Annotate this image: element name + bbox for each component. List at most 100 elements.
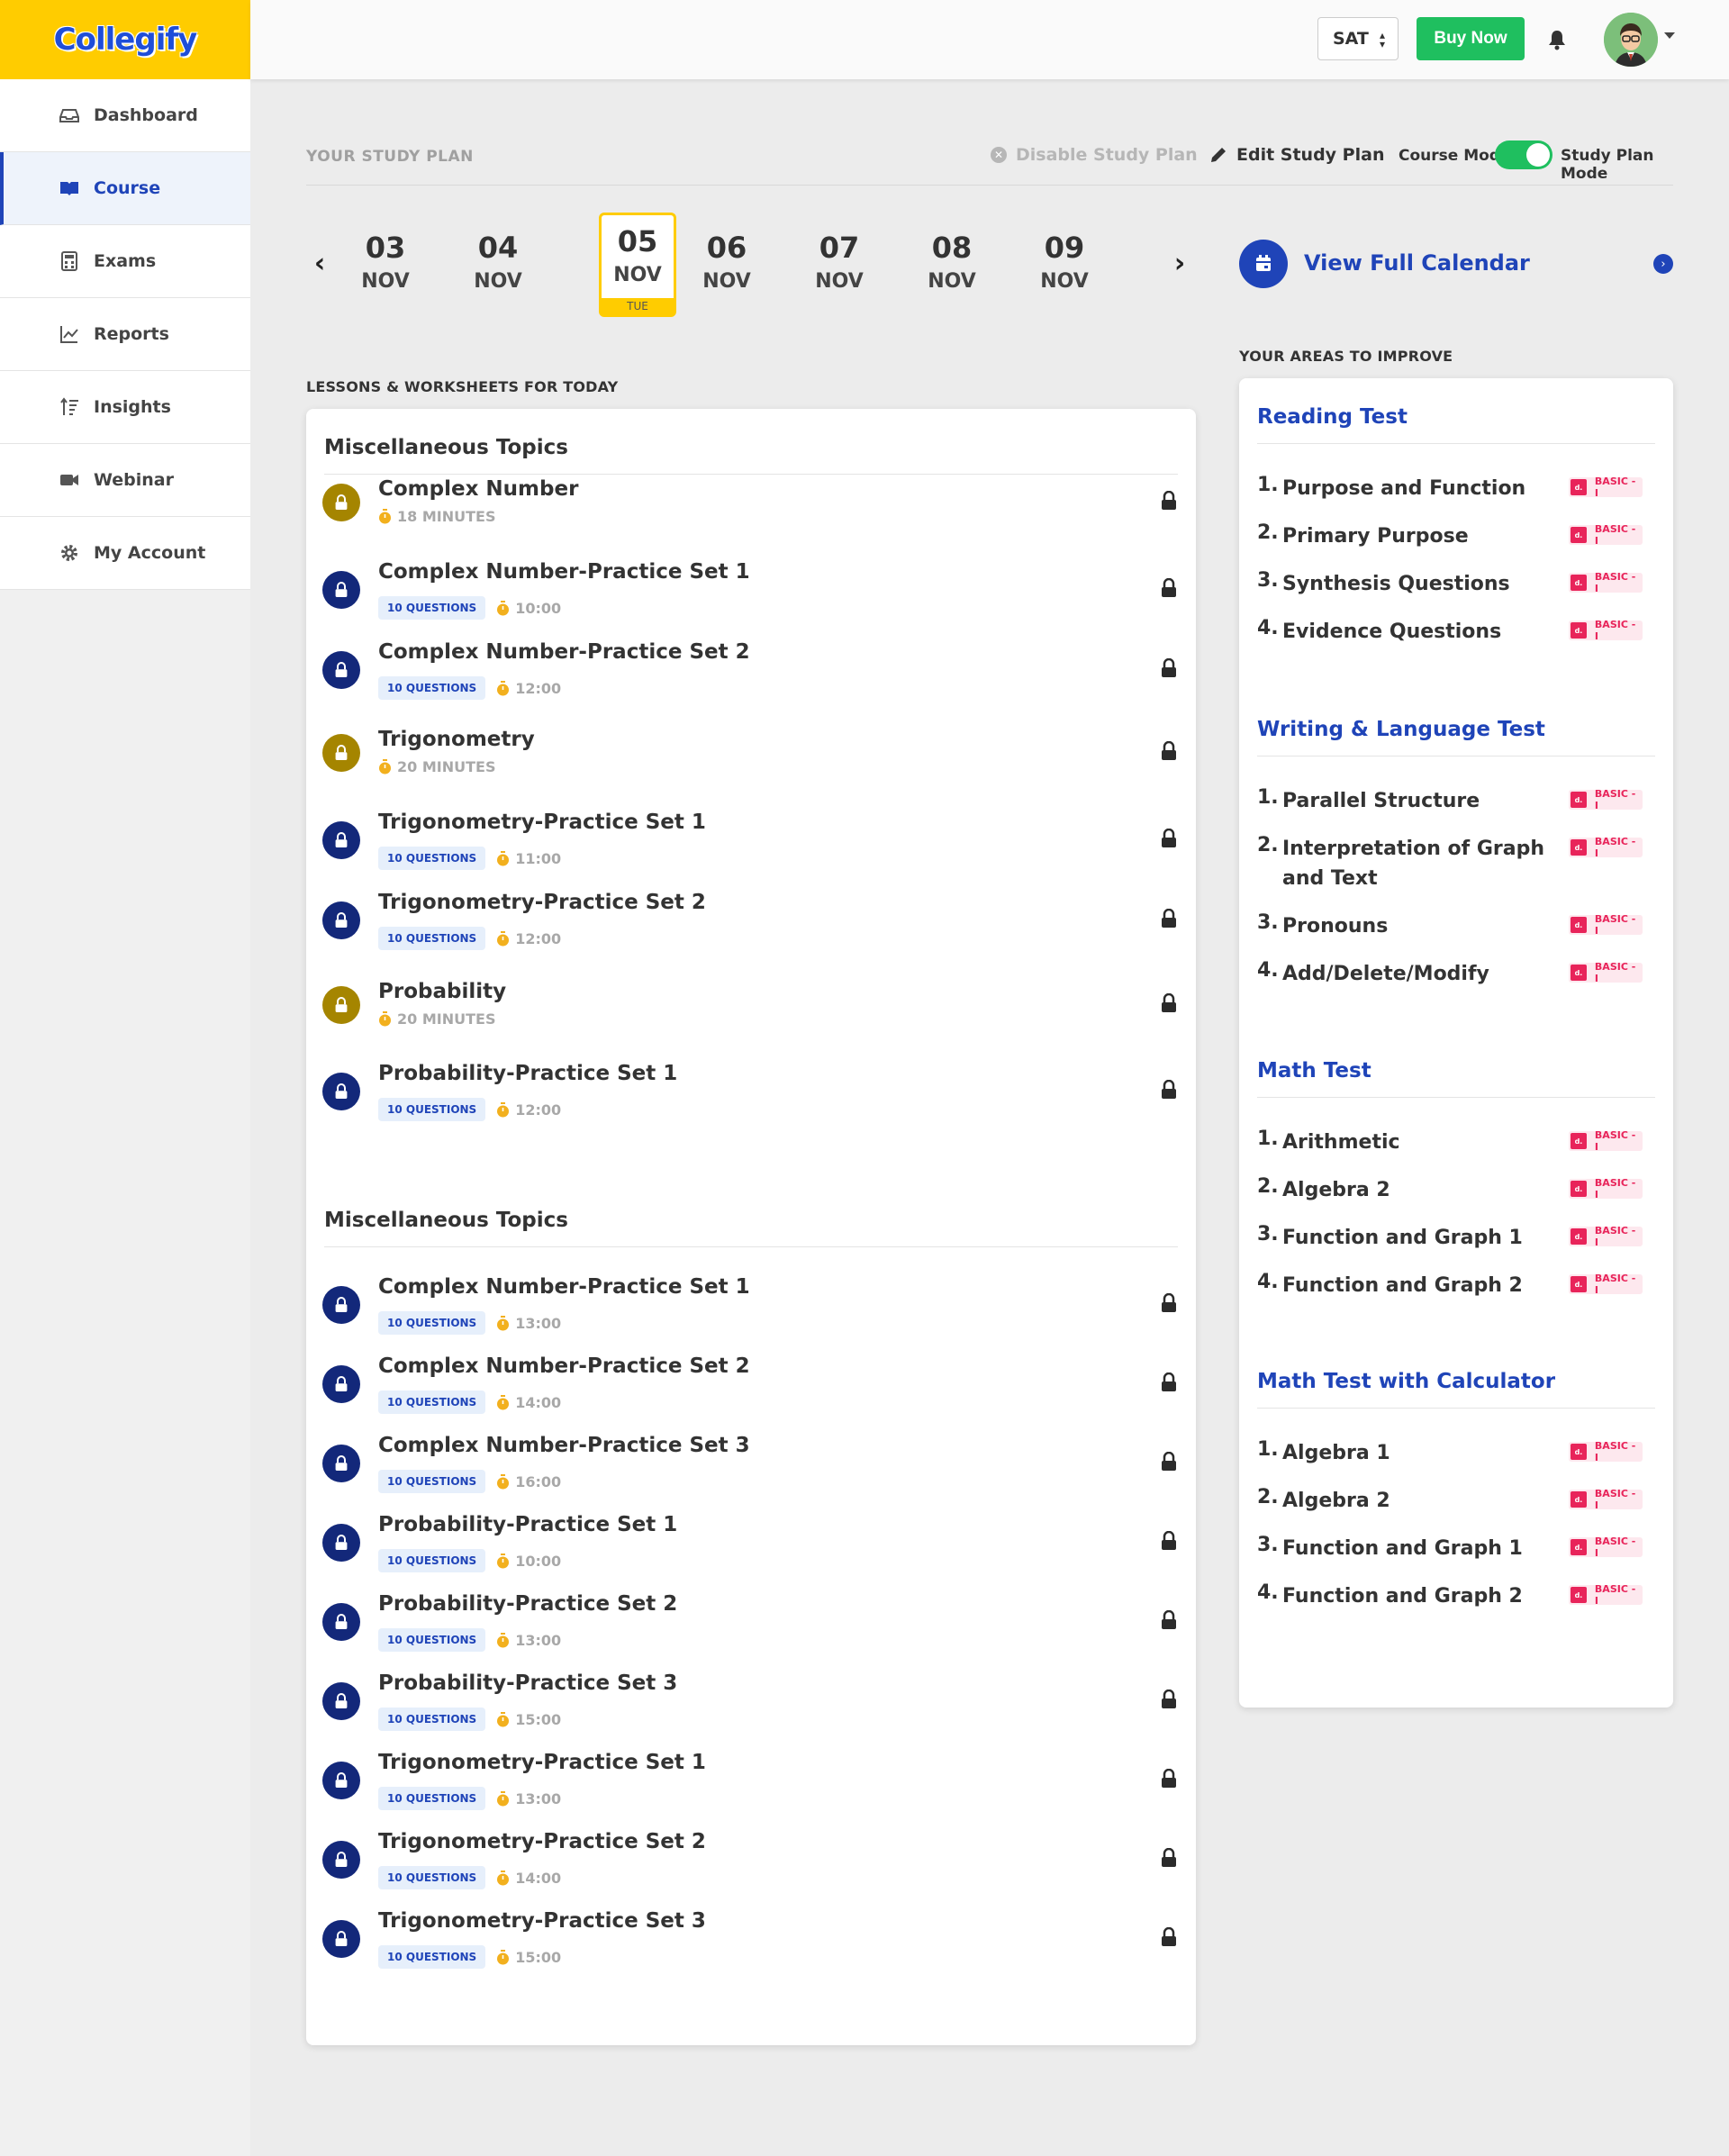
video-camera-icon bbox=[60, 475, 78, 485]
area-group-title[interactable]: Writing & Language Test bbox=[1257, 718, 1545, 741]
sidebar-item-label: Reports bbox=[94, 324, 169, 344]
level-badge: d. BASIC - I bbox=[1569, 1583, 1643, 1607]
view-full-calendar-link[interactable]: View Full Calendar › bbox=[1239, 240, 1673, 290]
lock-icon bbox=[322, 821, 360, 859]
bell-icon[interactable] bbox=[1547, 29, 1567, 50]
sidebar-item-dashboard[interactable]: Dashboard bbox=[0, 79, 250, 152]
practice-set-item[interactable]: Trigonometry-Practice Set 2 10 QUESTIONS 1… bbox=[322, 891, 1178, 954]
sidebar-item-course[interactable]: Course bbox=[0, 152, 250, 225]
practice-set-item[interactable]: Probability-Practice Set 1 10 QUESTIONS 12… bbox=[322, 1062, 1178, 1125]
level-badge-label: BASIC - I bbox=[1594, 571, 1636, 594]
practice-set-item[interactable]: Complex Number-Practice Set 3 10 QUESTION… bbox=[322, 1434, 1178, 1497]
level-badge-icon: d. bbox=[1571, 622, 1587, 639]
topic-name: Evidence Questions bbox=[1282, 621, 1502, 643]
chevron-down-icon[interactable] bbox=[1664, 32, 1675, 39]
mode-toggle[interactable] bbox=[1495, 140, 1552, 169]
practice-set-item[interactable]: Probability-Practice Set 2 10 QUESTIONS 13… bbox=[322, 1592, 1178, 1655]
date-item[interactable]: 03 NOV bbox=[347, 231, 424, 293]
topic-name: Interpretation of Graph and Text bbox=[1282, 838, 1545, 890]
lesson-title: Complex Number-Practice Set 2 bbox=[378, 1354, 750, 1378]
date-item-selected[interactable]: 05 NOV TUE bbox=[599, 213, 676, 317]
study-plan-mode-label: Study Plan Mode bbox=[1561, 147, 1654, 183]
practice-time: 12:00 bbox=[496, 930, 561, 947]
practice-time: 12:00 bbox=[496, 680, 561, 697]
topic-number: 4. bbox=[1257, 1581, 1279, 1604]
lock-icon bbox=[1160, 740, 1178, 761]
lock-icon bbox=[322, 734, 360, 772]
practice-set-item[interactable]: Probability-Practice Set 3 10 QUESTIONS 15… bbox=[322, 1671, 1178, 1735]
level-badge-label: BASIC - I bbox=[1594, 1583, 1636, 1607]
logo[interactable]: Collegify bbox=[0, 0, 250, 79]
date-item[interactable]: 08 NOV bbox=[913, 231, 991, 293]
level-badge: d. BASIC - I bbox=[1569, 913, 1643, 937]
lesson-meta: 10 QUESTIONS 12:00 bbox=[378, 676, 561, 700]
level-badge-icon: d. bbox=[1571, 792, 1587, 808]
practice-time: 12:00 bbox=[496, 1101, 561, 1119]
stopwatch-icon bbox=[497, 1790, 510, 1806]
level-badge-label: BASIC - I bbox=[1594, 1129, 1636, 1153]
date-item[interactable]: 07 NOV bbox=[801, 231, 878, 293]
area-group-title[interactable]: Math Test with Calculator bbox=[1257, 1370, 1555, 1393]
lesson-item[interactable]: Probability 20 MINUTES bbox=[322, 980, 1178, 1043]
disable-study-plan-label: Disable Study Plan bbox=[1016, 145, 1198, 165]
sidebar-item-webinar[interactable]: Webinar bbox=[0, 444, 250, 517]
practice-set-item[interactable]: Complex Number-Practice Set 2 10 QUESTION… bbox=[322, 1354, 1178, 1418]
divider bbox=[324, 1246, 1178, 1247]
avatar-icon bbox=[1604, 13, 1658, 67]
date-item[interactable]: 06 NOV bbox=[688, 231, 765, 293]
sidebar-item-exams[interactable]: Exams bbox=[0, 225, 250, 298]
chevron-right-icon[interactable]: › bbox=[1166, 250, 1193, 277]
sidebar-item-my-account[interactable]: My Account bbox=[0, 517, 250, 590]
topic-number: 2. bbox=[1257, 1175, 1279, 1198]
disable-study-plan-button[interactable]: ✕ Disable Study Plan bbox=[991, 145, 1198, 165]
lock-icon bbox=[322, 901, 360, 939]
lesson-item[interactable]: Trigonometry 20 MINUTES bbox=[322, 728, 1178, 791]
lock-icon bbox=[322, 484, 360, 521]
avatar[interactable] bbox=[1604, 13, 1658, 67]
level-badge-icon: d. bbox=[1571, 1491, 1587, 1508]
level-badge: d. BASIC - I bbox=[1569, 1225, 1643, 1248]
practice-set-item[interactable]: Trigonometry-Practice Set 1 10 QUESTIONS 1… bbox=[322, 1751, 1178, 1814]
lesson-meta: 10 QUESTIONS 12:00 bbox=[378, 1098, 561, 1121]
areas-section-label: YOUR AREAS TO IMPROVE bbox=[1239, 348, 1453, 365]
divider bbox=[324, 474, 1178, 475]
sidebar-item-reports[interactable]: Reports bbox=[0, 298, 250, 371]
date-month: NOV bbox=[1040, 270, 1089, 293]
stopwatch-icon bbox=[497, 1711, 510, 1726]
lesson-item[interactable]: Complex Number 18 MINUTES bbox=[322, 477, 1178, 540]
practice-set-item[interactable]: Trigonometry-Practice Set 3 10 QUESTIONS 1… bbox=[322, 1909, 1178, 1972]
level-badge: d. BASIC - I bbox=[1569, 1535, 1643, 1559]
practice-set-item[interactable]: Trigonometry-Practice Set 1 10 QUESTIONS 1… bbox=[322, 811, 1178, 874]
practice-set-item[interactable]: Complex Number-Practice Set 1 10 QUESTION… bbox=[322, 1275, 1178, 1338]
lesson-duration: 20 MINUTES bbox=[378, 758, 495, 775]
exam-select[interactable]: SAT ▴ ▾ bbox=[1317, 17, 1399, 60]
stopwatch-icon bbox=[379, 509, 391, 524]
level-badge-icon: d. bbox=[1571, 1444, 1587, 1460]
practice-set-item[interactable]: Complex Number-Practice Set 2 10 QUESTION… bbox=[322, 640, 1178, 703]
lock-icon bbox=[322, 1603, 360, 1641]
lock-icon bbox=[1160, 1689, 1178, 1709]
area-group-title[interactable]: Math Test bbox=[1257, 1059, 1371, 1083]
edit-study-plan-button[interactable]: Edit Study Plan bbox=[1209, 145, 1384, 165]
date-item[interactable]: 04 NOV bbox=[459, 231, 537, 293]
practice-set-item[interactable]: Complex Number-Practice Set 1 10 QUESTION… bbox=[322, 560, 1178, 623]
practice-time: 15:00 bbox=[496, 1949, 561, 1966]
sidebar-item-insights[interactable]: Insights bbox=[0, 371, 250, 444]
practice-set-item[interactable]: Trigonometry-Practice Set 2 10 QUESTIONS 1… bbox=[322, 1830, 1178, 1893]
level-badge-icon: d. bbox=[1571, 1276, 1587, 1292]
buy-now-button[interactable]: Buy Now bbox=[1417, 17, 1525, 60]
lesson-title: Probability-Practice Set 1 bbox=[378, 1513, 678, 1536]
lesson-title: Trigonometry-Practice Set 1 bbox=[378, 1751, 706, 1774]
sidebar-item-label: Dashboard bbox=[94, 105, 198, 125]
practice-set-item[interactable]: Probability-Practice Set 1 10 QUESTIONS 10… bbox=[322, 1513, 1178, 1576]
topic-name: Function and Graph 2 bbox=[1282, 1274, 1523, 1297]
lock-icon bbox=[1160, 992, 1178, 1013]
lock-icon bbox=[322, 571, 360, 609]
chevron-left-icon[interactable]: ‹ bbox=[306, 250, 333, 277]
time-text: 15:00 bbox=[515, 1948, 562, 1966]
chevron-right-circle-icon[interactable]: › bbox=[1653, 254, 1673, 274]
area-group-title[interactable]: Reading Test bbox=[1257, 405, 1408, 429]
date-item[interactable]: 09 NOV bbox=[1026, 231, 1103, 293]
topic-number: 1. bbox=[1257, 786, 1279, 809]
time-text: 13:00 bbox=[515, 1314, 562, 1332]
